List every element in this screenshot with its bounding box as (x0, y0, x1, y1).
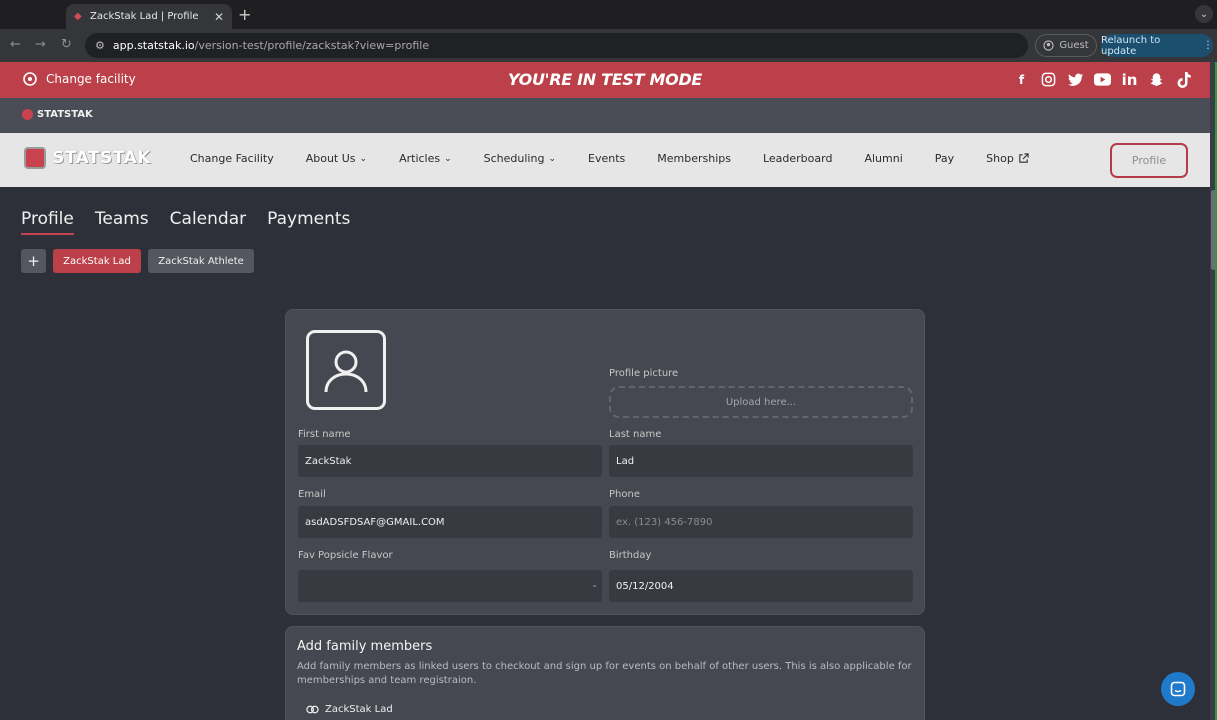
email-field[interactable]: asdADSFDSAF@GMAIL.COM (298, 506, 602, 538)
avatar-placeholder (306, 330, 386, 410)
test-mode-banner: Change facility YOU'RE IN TEST MODE f in (0, 62, 1210, 98)
nav-about-us[interactable]: About Us ⌄ (306, 152, 367, 165)
nav-leaderboard[interactable]: Leaderboard (763, 152, 832, 165)
browser-tab-bar: ◆ ZackStak Lad | Profile ✕ + ⌄ (0, 0, 1217, 29)
tab-profile[interactable]: Profile (21, 209, 74, 235)
new-tab-icon[interactable]: + (238, 5, 251, 24)
forward-icon[interactable]: → (35, 37, 46, 52)
phone-field[interactable]: ex. (123) 456-7890 (609, 506, 913, 538)
external-link-icon (1019, 153, 1029, 163)
statstak-logo[interactable]: STATSTAK (24, 147, 151, 169)
chat-icon (1170, 681, 1186, 697)
guest-label: Guest (1059, 40, 1089, 51)
close-tab-icon[interactable]: ✕ (214, 10, 224, 24)
profile-button[interactable]: Profile (1110, 143, 1188, 178)
family-member-item[interactable]: ZackStak Lad (306, 704, 393, 715)
main-nav: STATSTAK Change Facility About Us ⌄ Artic… (0, 133, 1210, 187)
tiktok-icon[interactable] (1175, 71, 1192, 88)
facebook-icon[interactable]: f (1013, 71, 1030, 88)
more-icon: ⋮ (1203, 40, 1213, 51)
instagram-icon[interactable] (1040, 71, 1057, 88)
brand-bar: STATSTAK (0, 98, 1210, 133)
brand-logo-icon (22, 109, 33, 120)
birthday-label: Birthday (609, 550, 652, 561)
chevron-down-icon: ⌄ (591, 580, 598, 589)
guest-profile-button[interactable]: Guest (1035, 34, 1097, 57)
relaunch-button[interactable]: Relaunch to update ⋮ (1101, 34, 1213, 57)
brand-logo-text: STATSTAK (37, 109, 93, 120)
nav-events[interactable]: Events (588, 152, 625, 165)
brand-logo[interactable]: STATSTAK (22, 109, 93, 120)
chevron-down-icon: ⌄ (444, 153, 452, 164)
family-members-card: Add family members Add family members as… (285, 626, 925, 720)
browser-toolbar: ← → ↻ ⚙ app.statstak.io /version-test/pr… (0, 29, 1217, 62)
site-settings-icon[interactable]: ⚙ (95, 39, 105, 52)
chevron-down-icon: ⌄ (359, 153, 368, 164)
nav-change-facility[interactable]: Change Facility (190, 152, 274, 165)
back-icon[interactable]: ← (10, 37, 21, 52)
tab-payments[interactable]: Payments (267, 209, 350, 235)
address-bar[interactable]: ⚙ app.statstak.io /version-test/profile/… (85, 33, 1028, 58)
birthday-field[interactable]: 05/12/2004 (609, 570, 913, 602)
profile-picture-upload[interactable]: Upload here... (609, 386, 913, 418)
linkedin-icon[interactable]: in (1121, 71, 1138, 89)
guest-icon (1043, 40, 1054, 51)
nav-scheduling[interactable]: Scheduling ⌄ (484, 152, 556, 165)
snapchat-icon[interactable] (1148, 71, 1165, 88)
favicon-icon: ◆ (74, 10, 82, 22)
statstak-logo-icon (24, 147, 46, 169)
profile-pill-active[interactable]: ZackStak Lad (53, 249, 141, 273)
link-icon (306, 705, 319, 714)
nav-shop[interactable]: Shop (986, 152, 1029, 165)
browser-tab[interactable]: ◆ ZackStak Lad | Profile ✕ (66, 4, 232, 29)
statstak-logo-text: STATSTAK (52, 148, 151, 168)
nav-alumni[interactable]: Alumni (864, 152, 902, 165)
first-name-field[interactable]: ZackStak (298, 445, 602, 477)
profile-picture-label: Profile picture (609, 368, 679, 379)
last-name-field[interactable]: Lad (609, 445, 913, 477)
chat-button[interactable] (1161, 672, 1195, 706)
social-links: f in (1013, 71, 1192, 89)
nav-pay[interactable]: Pay (935, 152, 954, 165)
nav-memberships[interactable]: Memberships (657, 152, 731, 165)
browser-tab-title: ZackStak Lad | Profile (90, 11, 199, 22)
url-path: /version-test/profile/zackstak?view=prof… (194, 39, 430, 52)
chevron-down-icon: ⌄ (548, 153, 556, 164)
email-label: Email (298, 489, 326, 500)
family-description: Add family members as linked users to ch… (297, 661, 912, 686)
phone-label: Phone (609, 489, 640, 500)
nav-articles[interactable]: Articles ⌄ (399, 152, 452, 165)
add-profile-button[interactable]: + (21, 249, 46, 273)
last-name-label: Last name (609, 429, 662, 440)
url-host: app.statstak.io (112, 39, 195, 52)
profile-pill[interactable]: ZackStak Athlete (148, 249, 254, 273)
twitter-icon[interactable] (1067, 71, 1084, 88)
reload-icon[interactable]: ↻ (61, 37, 72, 52)
popsicle-select[interactable]: ⌄ (298, 570, 602, 602)
family-title: Add family members (297, 639, 433, 654)
profile-form-card: Profile picture Upload here... First nam… (285, 309, 925, 615)
page-tabs: Profile Teams Calendar Payments (21, 209, 350, 235)
tab-calendar[interactable]: Calendar (170, 209, 246, 235)
family-member-name: ZackStak Lad (325, 704, 393, 715)
popsicle-label: Fav Popsicle Flavor (298, 550, 393, 561)
nav-links: Change Facility About Us ⌄ Articles ⌄ Sche… (190, 152, 1029, 165)
first-name-label: First name (298, 429, 351, 440)
tab-search-icon[interactable]: ⌄ (1195, 5, 1213, 23)
youtube-icon[interactable] (1094, 71, 1111, 88)
relaunch-label: Relaunch to update (1101, 34, 1161, 57)
tab-teams[interactable]: Teams (95, 209, 149, 235)
user-icon (324, 350, 368, 393)
